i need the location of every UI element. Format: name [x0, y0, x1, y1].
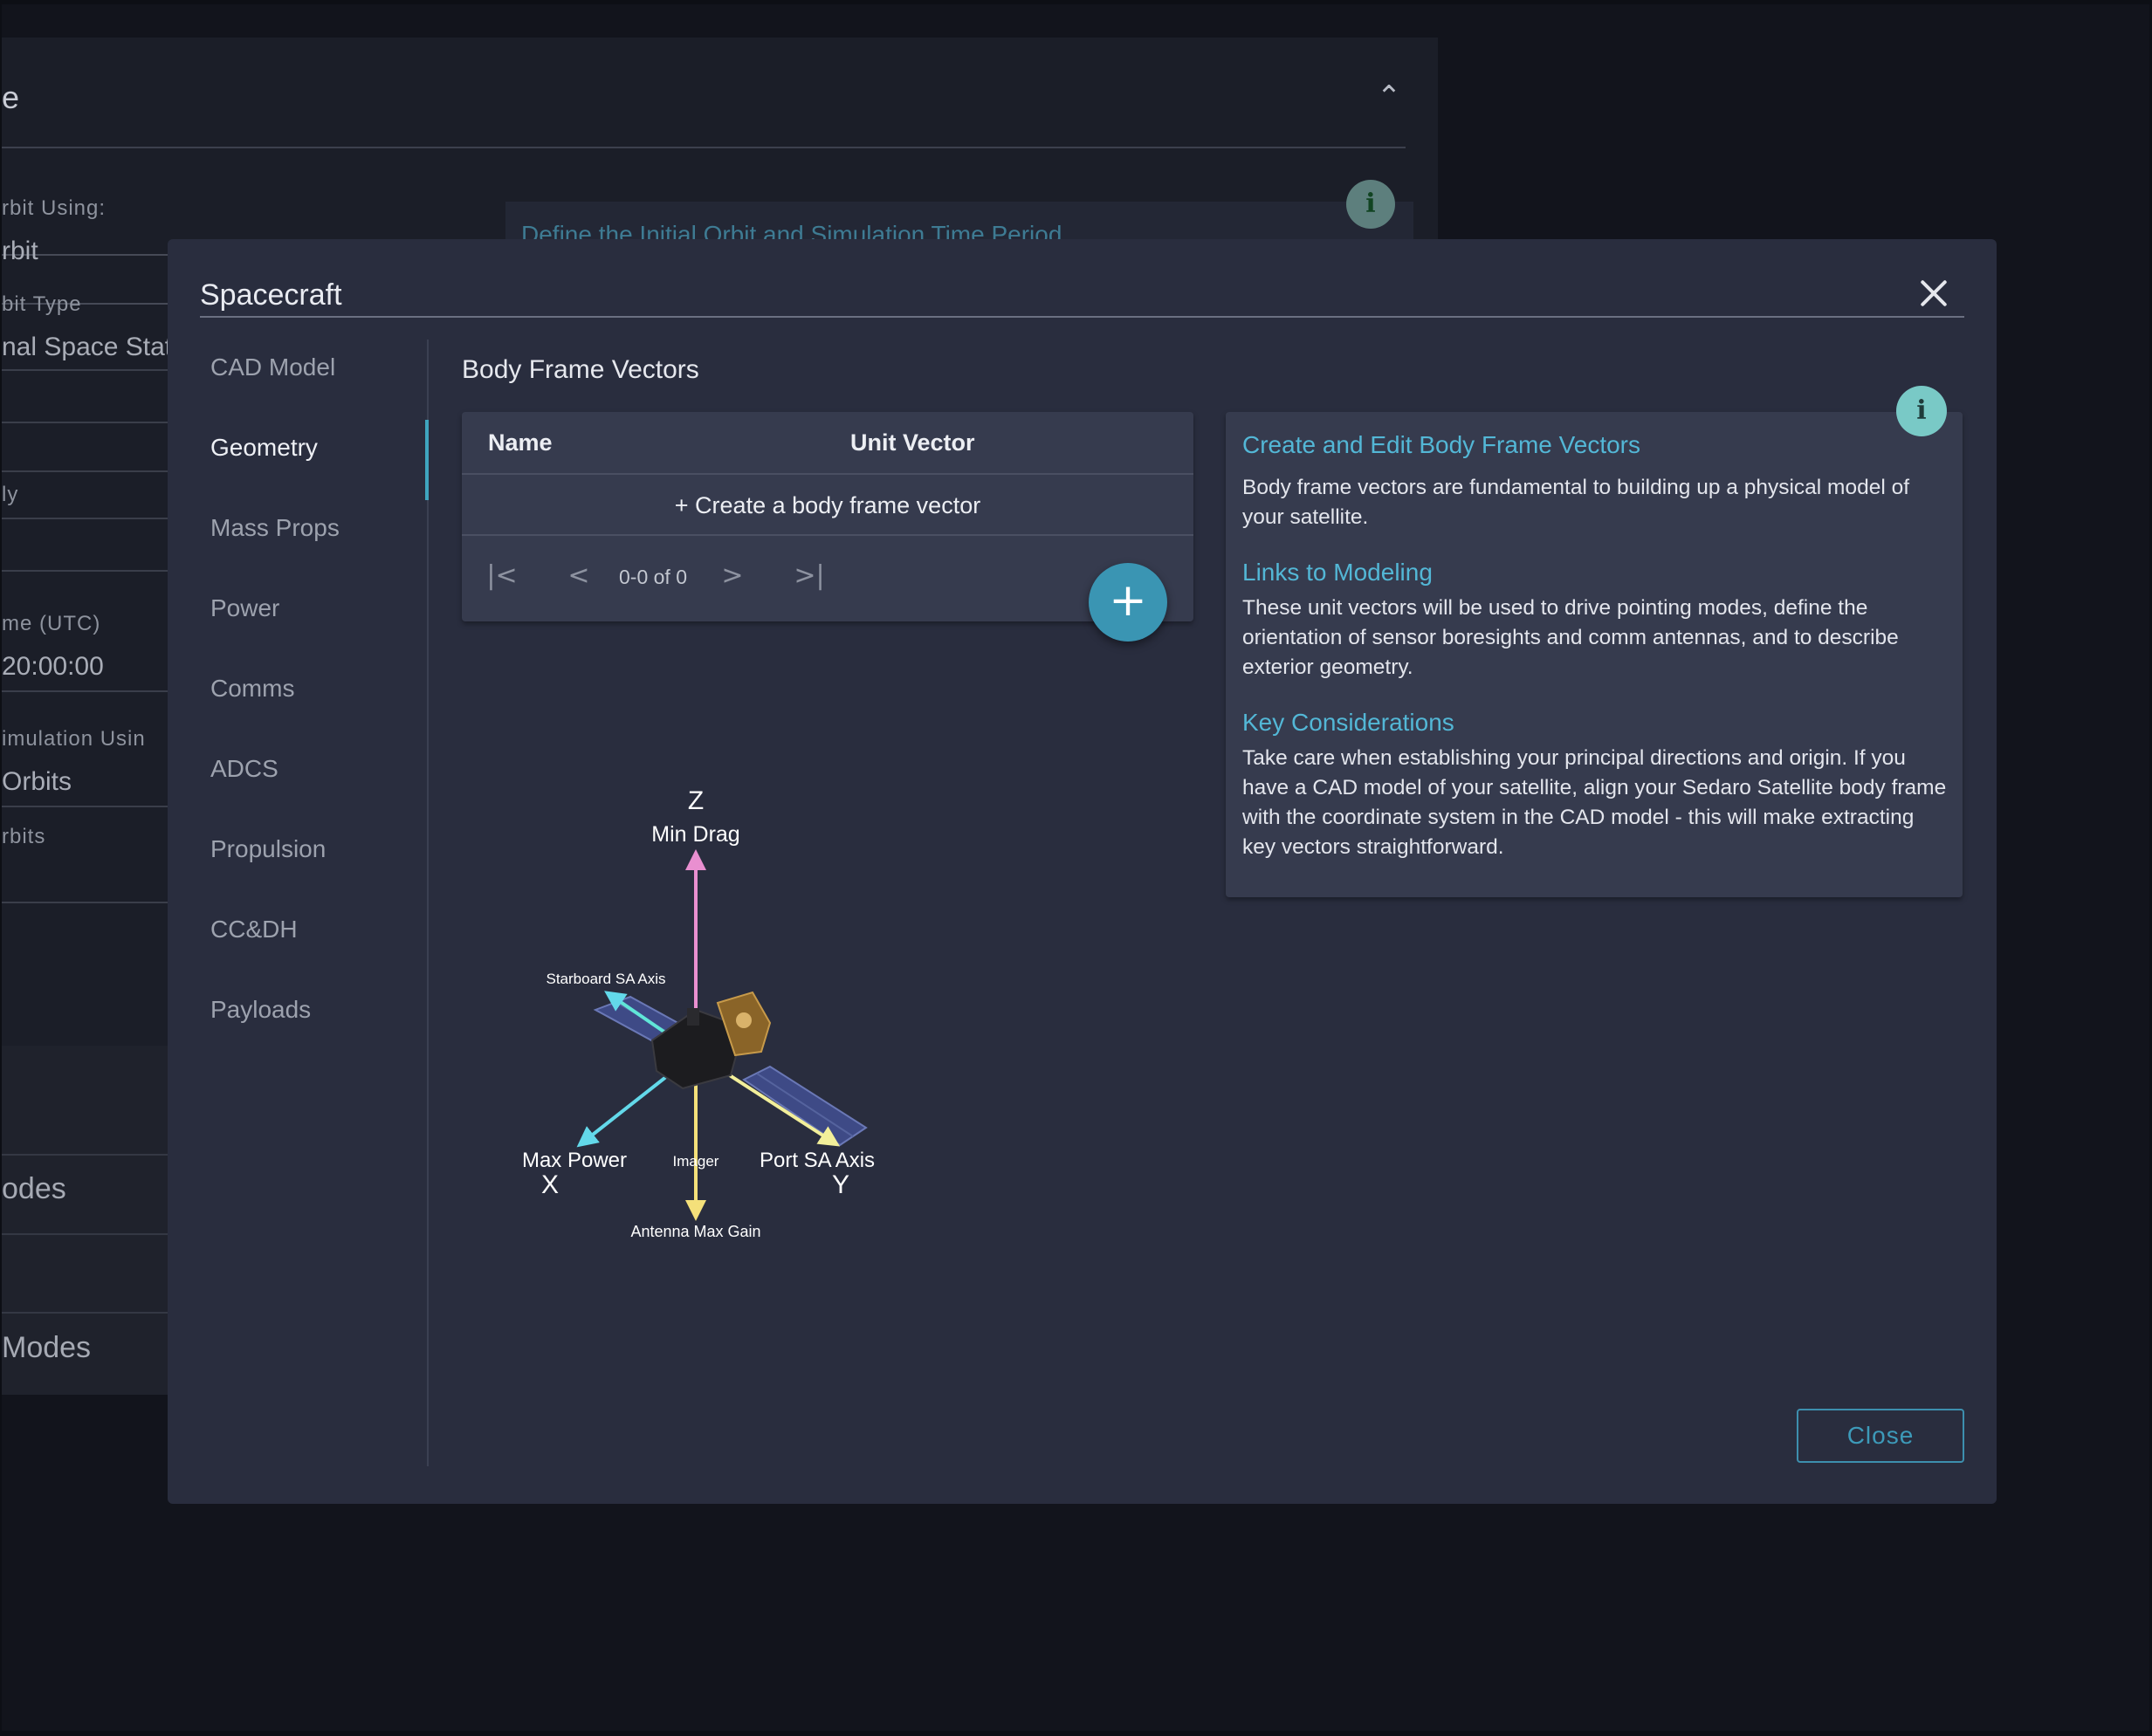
background-list-item[interactable]: odes [2, 1172, 66, 1206]
nav-item-power[interactable]: Power [200, 580, 427, 636]
section-title: Body Frame Vectors [462, 355, 699, 384]
field-value[interactable]: nal Space Stati [2, 333, 178, 362]
table-header: Name Unit Vector [462, 412, 1193, 475]
field-underline [2, 570, 168, 572]
close-icon[interactable] [1915, 274, 1953, 312]
label-min-drag: Min Drag [651, 822, 739, 847]
label-max-power: Max Power [522, 1149, 627, 1172]
chevron-up-icon[interactable]: ⌃ [1370, 78, 1408, 116]
divider [200, 316, 1964, 318]
field-value[interactable]: Orbits [2, 767, 72, 797]
previous-page-icon[interactable]: < [561, 559, 596, 594]
field-value: rbit [2, 237, 38, 265]
divider [2, 1154, 168, 1156]
info-text: Take care when establishing your princip… [1242, 746, 1947, 859]
field-underline [2, 369, 168, 371]
divider [2, 1233, 168, 1235]
field-label: bit Type [2, 292, 82, 316]
solar-panel [742, 1065, 868, 1147]
nav-item-ccdh[interactable]: CC&DH [200, 902, 427, 957]
label-starboard-sa-axis: Starboard SA Axis [546, 971, 665, 987]
next-page-icon[interactable]: > [715, 559, 750, 594]
info-card: Create and Edit Body Frame Vectors Body … [1226, 412, 1963, 897]
field-underline [2, 806, 168, 807]
start-time-value[interactable]: 20:00:00 [2, 652, 104, 682]
column-header-unit-vector[interactable]: Unit Vector [850, 429, 975, 456]
label-imager: Imager [673, 1153, 719, 1170]
divider [2, 1312, 168, 1314]
spacecraft-modal: Spacecraft CAD Model Geometry Mass Props… [168, 239, 1997, 1504]
info-text: These unit vectors will be used to drive… [1242, 596, 1899, 679]
field-underline [2, 902, 168, 903]
divider [2, 147, 1406, 148]
close-button[interactable]: Close [1797, 1409, 1964, 1463]
field-label: rbit Using: [2, 196, 107, 220]
nav-item-cad-model[interactable]: CAD Model [200, 340, 427, 395]
spacecraft-bus [650, 991, 772, 1090]
pagination-range: 0-0 of 0 [619, 566, 687, 588]
body-frame-diagram: Z Min Drag Starboard SA Axis Max Power X… [522, 786, 875, 1240]
side-nav: CAD Model Geometry Mass Props Power Comm… [200, 340, 429, 1466]
first-page-icon[interactable]: |< [485, 559, 519, 594]
nav-item-mass-props[interactable]: Mass Props [200, 500, 427, 556]
axis-label-z: Z [688, 786, 704, 815]
info-icon[interactable]: i [1346, 180, 1395, 229]
field-label: ly [2, 483, 19, 506]
axis-label-x: X [541, 1170, 559, 1199]
app-window: e ⌃ Define the Initial Orbit and Simulat… [2, 4, 2149, 1731]
info-icon[interactable]: i [1896, 386, 1947, 436]
column-header-name[interactable]: Name [488, 429, 553, 456]
nav-item-payloads[interactable]: Payloads [200, 982, 427, 1038]
background-mode-list: odes Modes [2, 1046, 168, 1395]
plus-icon: + [1109, 574, 1147, 627]
field-underline [2, 690, 168, 692]
info-heading: Links to Modeling [1242, 559, 1433, 586]
info-heading: Key Considerations [1242, 709, 1454, 736]
modal-title: Spacecraft [200, 278, 342, 312]
nav-item-comms[interactable]: Comms [200, 661, 427, 717]
background-panel-title: e [2, 79, 20, 115]
field-label: me (UTC) [2, 612, 101, 635]
nav-item-geometry[interactable]: Geometry [200, 420, 429, 500]
info-heading: Create and Edit Body Frame Vectors [1242, 431, 1640, 458]
add-body-frame-vector-button[interactable]: + [1089, 563, 1167, 642]
background-list-item[interactable]: Modes [2, 1331, 91, 1365]
field-underline [2, 518, 168, 519]
field-label: rbits [2, 825, 46, 848]
field-underline [2, 470, 168, 472]
field-underline [2, 422, 168, 423]
last-page-icon[interactable]: >| [792, 559, 827, 594]
info-text: Body frame vectors are fundamental to bu… [1242, 476, 1910, 529]
pagination: |< < 0-0 of 0 > >| [462, 536, 1193, 621]
nav-item-adcs[interactable]: ADCS [200, 741, 427, 797]
body-frame-vector-table: Name Unit Vector + Create a body frame v… [462, 412, 1193, 621]
nav-item-propulsion[interactable]: Propulsion [200, 821, 427, 877]
create-body-frame-vector-row[interactable]: + Create a body frame vector [462, 475, 1193, 536]
label-port-sa-axis: Port SA Axis [760, 1149, 875, 1172]
field-label: imulation Usin [2, 727, 146, 751]
axis-label-y: Y [832, 1170, 849, 1199]
label-antenna-max-gain: Antenna Max Gain [630, 1223, 760, 1240]
